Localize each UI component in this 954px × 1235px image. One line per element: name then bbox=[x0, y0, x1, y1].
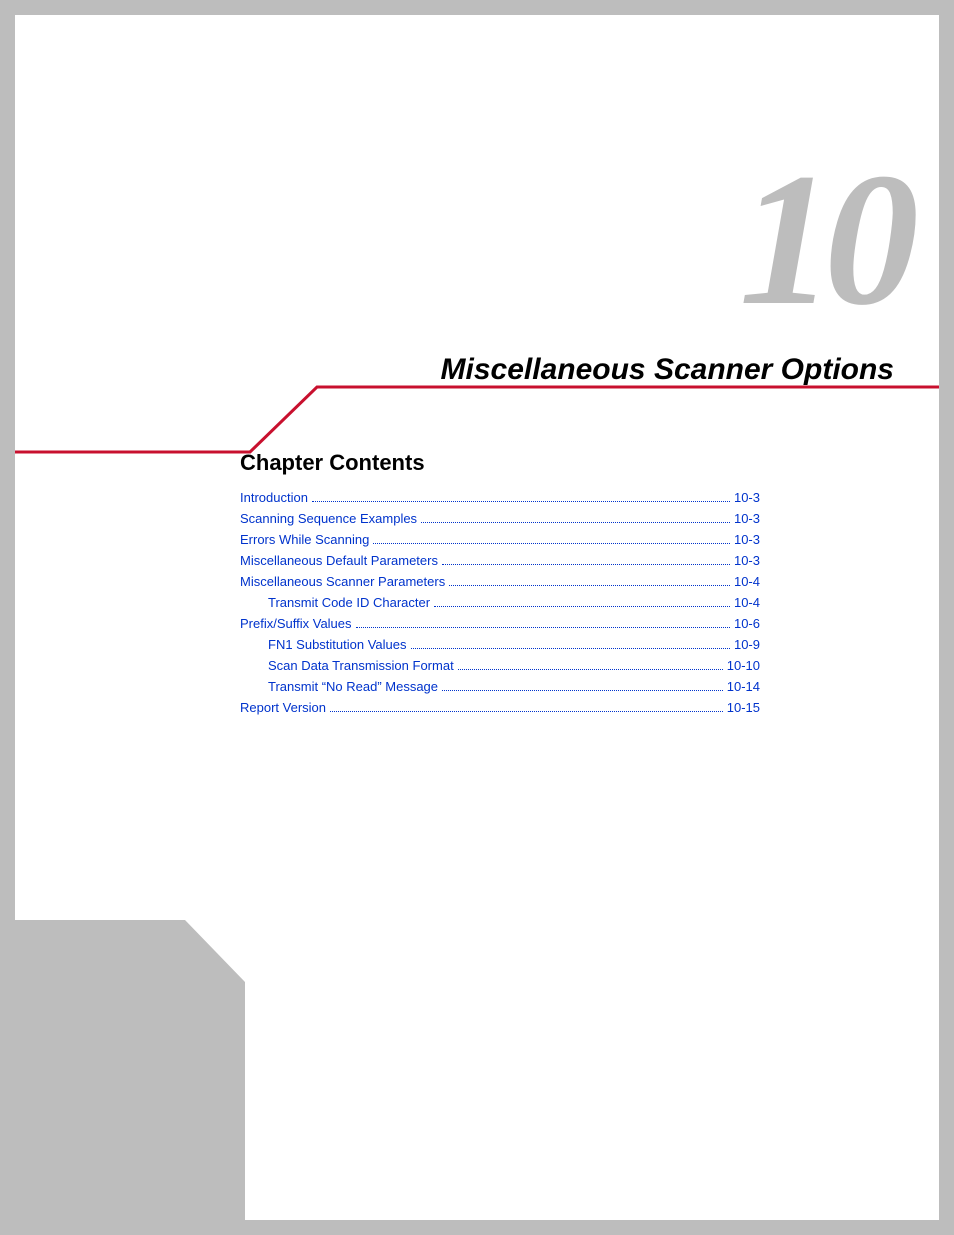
page: 10 Miscellaneous Scanner Options Chapter… bbox=[15, 15, 939, 1220]
toc-leader-dots bbox=[330, 710, 723, 712]
toc-entry[interactable]: Errors While Scanning 10-3 bbox=[240, 532, 760, 547]
toc-label: Scanning Sequence Examples bbox=[240, 511, 417, 526]
toc-entry[interactable]: Scanning Sequence Examples 10-3 bbox=[240, 511, 760, 526]
toc-entry[interactable]: Prefix/Suffix Values 10-6 bbox=[240, 616, 760, 631]
toc-page: 10-3 bbox=[734, 532, 760, 547]
chapter-title: Miscellaneous Scanner Options bbox=[441, 353, 894, 387]
toc-leader-dots bbox=[449, 584, 730, 586]
toc-leader-dots bbox=[421, 521, 730, 523]
toc-entry[interactable]: Scan Data Transmission Format 10-10 bbox=[240, 658, 760, 673]
toc-list: Introduction10-3Scanning Sequence Exampl… bbox=[240, 490, 760, 715]
toc-page: 10-10 bbox=[727, 658, 760, 673]
toc-label: Scan Data Transmission Format bbox=[268, 658, 454, 673]
toc-leader-dots bbox=[373, 542, 730, 544]
toc-page: 10-6 bbox=[734, 616, 760, 631]
toc-label: Miscellaneous Scanner Parameters bbox=[240, 574, 445, 589]
toc-leader-dots bbox=[434, 605, 730, 607]
toc-label: Transmit Code ID Character bbox=[268, 595, 430, 610]
toc-leader-dots bbox=[312, 500, 730, 502]
chapter-number: 10 bbox=[739, 145, 909, 335]
toc-leader-dots bbox=[442, 563, 730, 565]
toc-leader-dots bbox=[356, 626, 730, 628]
toc-label: Miscellaneous Default Parameters bbox=[240, 553, 438, 568]
toc-entry[interactable]: FN1 Substitution Values 10-9 bbox=[240, 637, 760, 652]
toc-entry[interactable]: Report Version 10-15 bbox=[240, 700, 760, 715]
bottom-wedge bbox=[15, 920, 245, 1220]
chapter-contents: Chapter Contents Introduction10-3Scannin… bbox=[240, 450, 760, 721]
toc-page: 10-9 bbox=[734, 637, 760, 652]
toc-page: 10-15 bbox=[727, 700, 760, 715]
toc-page: 10-14 bbox=[727, 679, 760, 694]
toc-entry[interactable]: Transmit “No Read” Message 10-14 bbox=[240, 679, 760, 694]
toc-page: 10-4 bbox=[734, 574, 760, 589]
toc-entry[interactable]: Transmit Code ID Character 10-4 bbox=[240, 595, 760, 610]
toc-label: Report Version bbox=[240, 700, 326, 715]
toc-label: Errors While Scanning bbox=[240, 532, 369, 547]
toc-leader-dots bbox=[458, 668, 723, 670]
toc-label: Prefix/Suffix Values bbox=[240, 616, 352, 631]
toc-entry[interactable]: Introduction 10-3 bbox=[240, 490, 760, 505]
toc-page: 10-4 bbox=[734, 595, 760, 610]
toc-entry[interactable]: Miscellaneous Default Parameters 10-3 bbox=[240, 553, 760, 568]
toc-label: Introduction bbox=[240, 490, 308, 505]
toc-leader-dots bbox=[442, 689, 723, 691]
toc-label: FN1 Substitution Values bbox=[268, 637, 407, 652]
contents-heading: Chapter Contents bbox=[240, 450, 760, 476]
toc-page: 10-3 bbox=[734, 511, 760, 526]
toc-leader-dots bbox=[411, 647, 730, 649]
toc-page: 10-3 bbox=[734, 490, 760, 505]
toc-entry[interactable]: Miscellaneous Scanner Parameters 10-4 bbox=[240, 574, 760, 589]
toc-label: Transmit “No Read” Message bbox=[268, 679, 438, 694]
toc-page: 10-3 bbox=[734, 553, 760, 568]
